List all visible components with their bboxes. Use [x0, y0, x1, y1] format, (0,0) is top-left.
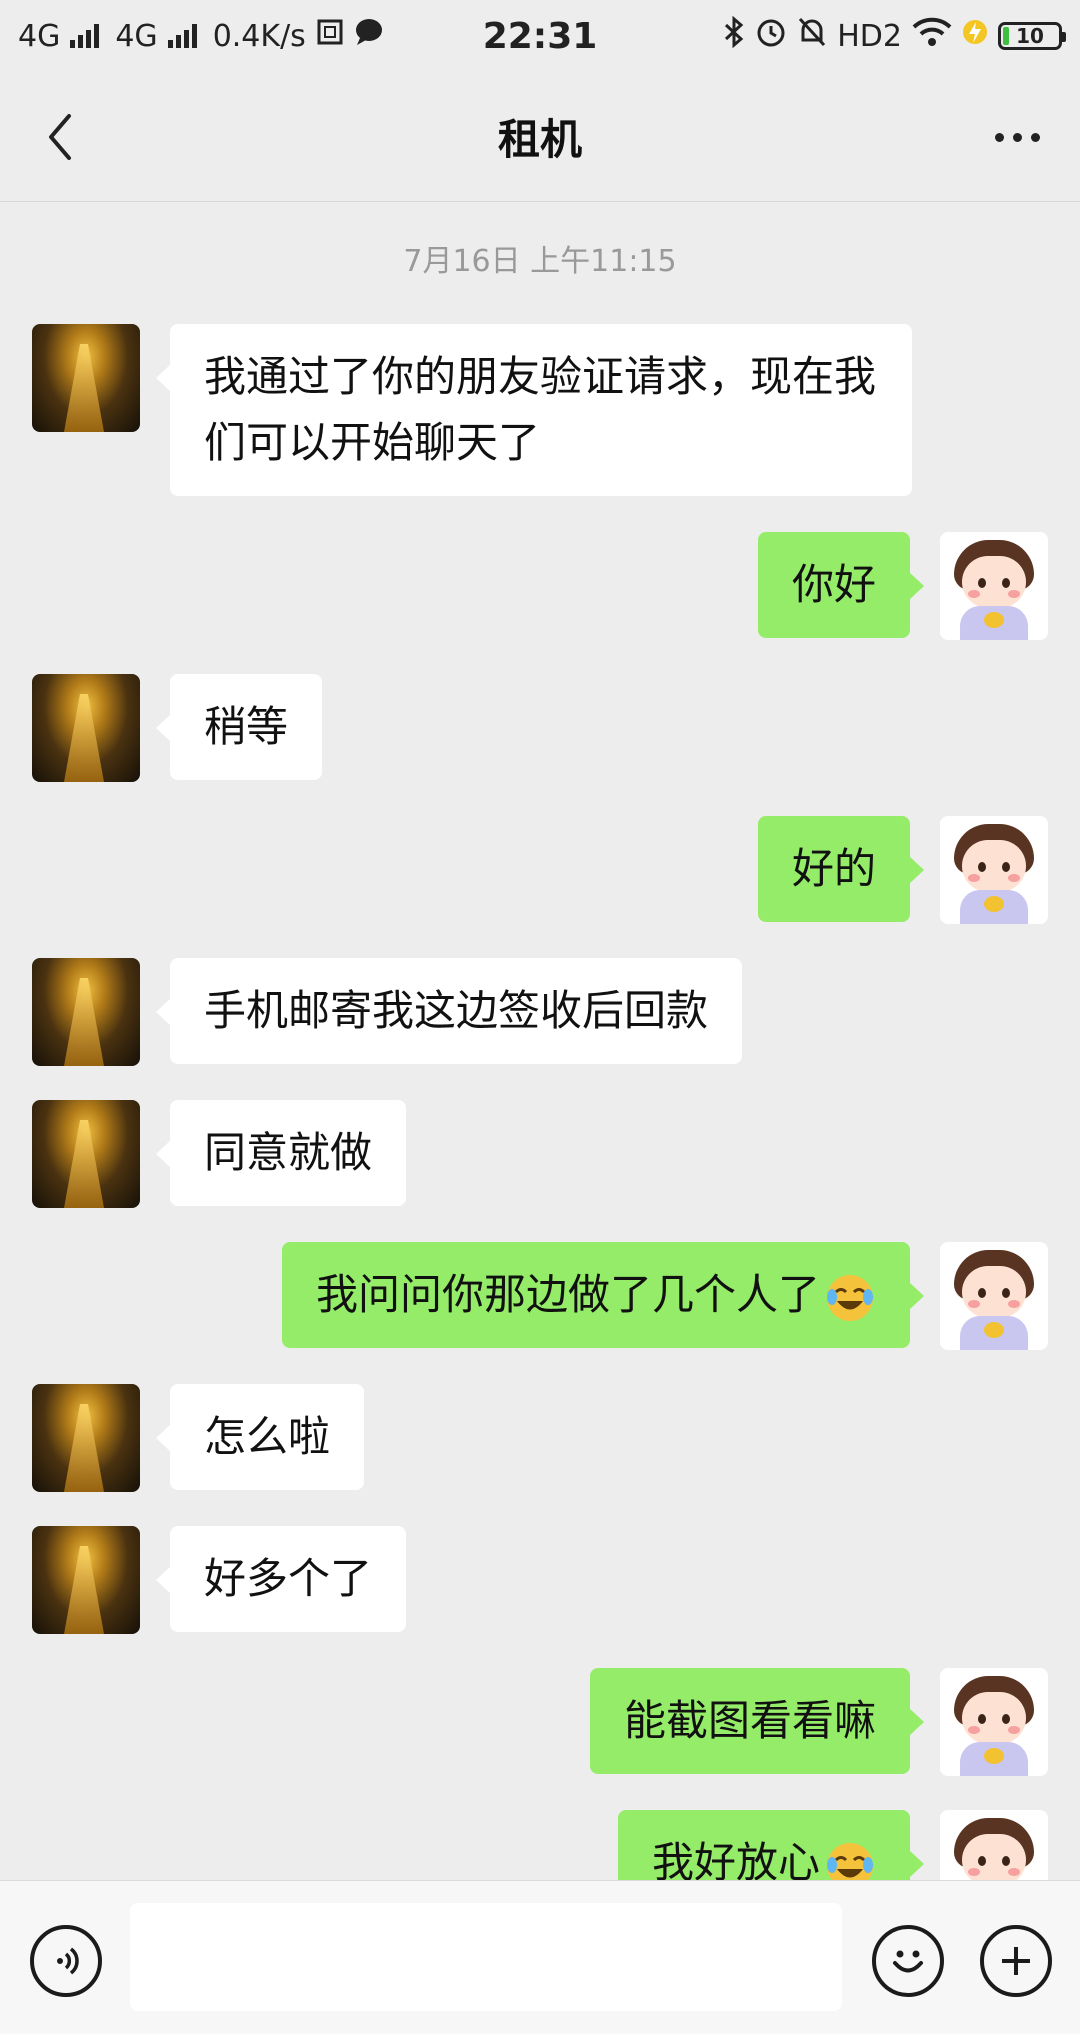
chevron-left-icon — [49, 114, 71, 160]
sent-message-bubble[interactable]: 我好放心 — [617, 1810, 925, 1880]
chat-header: 租机 — [0, 72, 1080, 202]
contact-avatar[interactable] — [32, 1526, 140, 1634]
image-notification-icon — [316, 18, 344, 54]
message-text: 我通过了你的朋友验证请求，现在我们可以开始聊天了 — [204, 352, 877, 467]
message-notification-icon — [354, 18, 384, 54]
plus-icon — [1002, 1947, 1030, 1975]
message-text: 你好 — [791, 560, 876, 609]
signal-icon — [70, 24, 100, 48]
message-input[interactable] — [130, 1903, 842, 2011]
network-speed: 0.4K/s — [212, 18, 306, 54]
signal-icon-2 — [167, 24, 197, 48]
received-message-bubble[interactable]: 好多个了 — [155, 1526, 407, 1632]
received-message-bubble[interactable]: 同意就做 — [155, 1100, 407, 1206]
hd-indicator: HD2 — [837, 18, 902, 54]
contact-avatar[interactable] — [32, 958, 140, 1066]
user-avatar[interactable] — [940, 816, 1048, 924]
message-text: 怎么啦 — [204, 1412, 331, 1461]
battery-icon: 10 — [998, 22, 1066, 50]
chat-title: 租机 — [497, 115, 582, 164]
battery-level: 10 — [1016, 24, 1044, 48]
laughing-crying-emoji-icon — [827, 1274, 873, 1321]
charging-icon — [962, 17, 988, 55]
voice-button[interactable] — [30, 1925, 102, 1997]
sent-message-bubble[interactable]: 能截图看看嘛 — [589, 1668, 925, 1774]
sent-message-bubble[interactable]: 我问问你那边做了几个人了 — [281, 1242, 925, 1348]
input-bar — [0, 1880, 1080, 2034]
message-text: 稍等 — [204, 702, 289, 751]
user-avatar[interactable] — [940, 1810, 1048, 1880]
message-timestamp: 7月16日 上午11:15 — [403, 244, 677, 279]
message-list[interactable]: 7月16日 上午11:15 我通过了你的朋友验证请求，现在我们可以开始聊天了 你… — [0, 202, 1080, 1880]
plus-button[interactable] — [980, 1925, 1052, 1997]
status-bar: 4G 4G 0.4K/s 22:31 HD2 10 — [0, 0, 1080, 72]
laughing-crying-emoji-icon — [827, 1842, 873, 1880]
message-text: 我问问你那边做了几个人了 — [315, 1270, 820, 1319]
voice-icon — [57, 1947, 79, 1975]
more-dots-icon — [994, 132, 1004, 142]
more-button[interactable] — [982, 107, 1052, 167]
contact-avatar[interactable] — [32, 1384, 140, 1492]
message-text: 手机邮寄我这边签收后回款 — [204, 986, 709, 1035]
sent-message-bubble[interactable]: 好的 — [757, 816, 925, 922]
received-message-bubble[interactable]: 稍等 — [155, 674, 323, 780]
emoji-button[interactable] — [872, 1925, 944, 1997]
contact-avatar[interactable] — [32, 1100, 140, 1208]
network-type-1: 4G — [18, 18, 61, 54]
received-message-bubble[interactable]: 我通过了你的朋友验证请求，现在我们可以开始聊天了 — [156, 324, 912, 496]
message-text: 能截图看看嘛 — [623, 1696, 876, 1745]
emoji-icon — [893, 1950, 923, 1973]
back-button[interactable] — [30, 102, 90, 172]
bluetooth-icon — [723, 15, 745, 56]
message-text: 好的 — [791, 844, 876, 893]
alarm-icon — [755, 16, 787, 56]
user-avatar[interactable] — [940, 1668, 1048, 1776]
received-message-bubble[interactable]: 手机邮寄我这边签收后回款 — [155, 958, 743, 1064]
mute-icon — [797, 16, 827, 56]
received-message-bubble[interactable]: 怎么啦 — [155, 1384, 365, 1490]
user-avatar[interactable] — [940, 1242, 1048, 1350]
message-text: 好多个了 — [204, 1554, 373, 1603]
wifi-icon — [912, 17, 952, 55]
network-type-2: 4G — [115, 18, 158, 54]
sent-message-bubble[interactable]: 你好 — [757, 532, 925, 638]
contact-avatar[interactable] — [32, 324, 140, 432]
user-avatar[interactable] — [940, 532, 1048, 640]
message-text: 我好放心 — [651, 1838, 820, 1880]
contact-avatar[interactable] — [32, 674, 140, 782]
message-text: 同意就做 — [204, 1128, 373, 1177]
